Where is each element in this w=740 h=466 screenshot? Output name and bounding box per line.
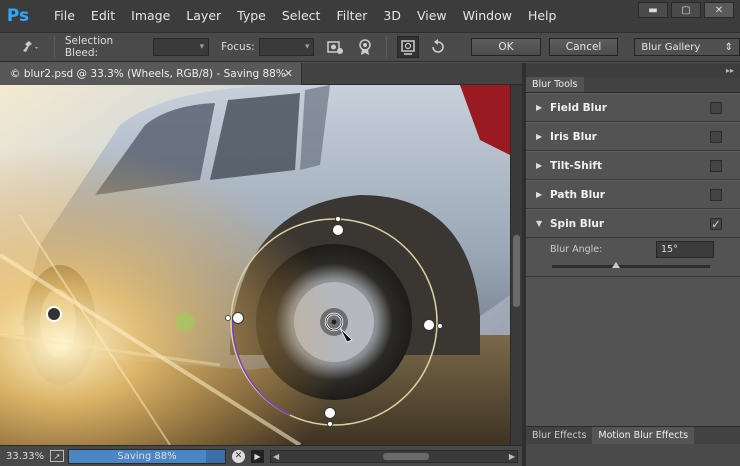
chevron-down-icon: ▾ (199, 42, 205, 52)
blur-tools-panel: ▸▸ Blur Tools ▶ Field Blur ▶ Iris Blur ▶… (526, 63, 740, 466)
path-blur-checkbox[interactable] (710, 189, 722, 201)
save-progress-bar: Saving 88% (68, 448, 226, 464)
expand-arrow-icon[interactable]: ▶ (536, 190, 550, 199)
blur-tool-field-blur[interactable]: ▶ Field Blur (526, 93, 740, 122)
options-bar: Selection Bleed: ▾ Focus: ▾ OK Cancel Bl… (0, 32, 740, 62)
panel-collapse-bar[interactable]: ▸▸ (526, 63, 740, 77)
document-tab-bar: © blur2.psd @ 33.3% (Wheels, RGB/8) - Sa… (0, 63, 522, 85)
tab-motion-blur-effects[interactable]: Motion Blur Effects (592, 427, 695, 444)
expand-arrow-icon[interactable]: ▶ (536, 103, 550, 112)
blur-angle-slider[interactable] (552, 265, 710, 268)
menu-filter[interactable]: Filter (328, 0, 375, 32)
pin-icon[interactable] (12, 36, 48, 58)
canvas[interactable] (0, 85, 510, 445)
blur-tool-name: Field Blur (550, 101, 607, 114)
preview-icon[interactable] (397, 36, 420, 58)
spin-blur-checkbox[interactable]: ✓ (710, 217, 722, 231)
scroll-right-icon[interactable]: ▶ (509, 451, 515, 462)
document-tab[interactable]: © blur2.psd @ 33.3% (Wheels, RGB/8) - Sa… (0, 63, 302, 85)
save-progress-label: Saving 88% (117, 450, 177, 462)
vertical-scrollbar[interactable] (510, 85, 522, 445)
tilt-shift-checkbox[interactable] (710, 160, 722, 172)
blur-tool-name: Iris Blur (550, 130, 597, 143)
tab-blur-tools[interactable]: Blur Tools (526, 77, 584, 92)
blur-tool-path-blur[interactable]: ▶ Path Blur (526, 180, 740, 209)
selection-bleed-field[interactable]: ▾ (153, 38, 210, 56)
focus-label: Focus: (221, 41, 255, 53)
ok-button[interactable]: OK (471, 38, 541, 56)
menu-items: File Edit Image Layer Type Select Filter… (46, 0, 564, 32)
chevron-updown-icon: ⇕ (724, 41, 733, 53)
divider (53, 36, 55, 58)
collapse-icon[interactable]: ▸▸ (726, 66, 734, 75)
menu-edit[interactable]: Edit (83, 0, 123, 32)
blur-gallery-select[interactable]: Blur Gallery ⇕ (634, 38, 740, 56)
blur-angle-slider-knob[interactable] (611, 262, 620, 268)
tab-blur-effects[interactable]: Blur Effects (526, 427, 592, 444)
field-blur-checkbox[interactable] (710, 102, 722, 114)
blur-tool-name: Spin Blur (550, 217, 605, 230)
menu-view[interactable]: View (409, 0, 455, 32)
close-icon[interactable]: ✕ (704, 2, 734, 18)
spin-blur-settings: Blur Angle: 15° (526, 238, 740, 277)
window-controls: ▬ ▢ ✕ (638, 2, 734, 18)
scroll-left-icon[interactable]: ◀ (273, 451, 279, 462)
photoshop-logo: Ps (6, 6, 30, 26)
focus-field[interactable]: ▾ (258, 38, 315, 56)
document-tab-title: © blur2.psd @ 33.3% (Wheels, RGB/8) - Sa… (10, 68, 286, 80)
vertical-scroll-thumb[interactable] (513, 235, 520, 307)
blur-tool-name: Tilt-Shift (550, 159, 602, 172)
menu-window[interactable]: Window (455, 0, 520, 32)
expand-arrow-icon[interactable]: ▶ (536, 132, 550, 141)
blur-tool-name: Path Blur (550, 188, 605, 201)
menu-image[interactable]: Image (123, 0, 178, 32)
iris-blur-checkbox[interactable] (710, 131, 722, 143)
play-icon[interactable]: ▶ (251, 449, 264, 463)
checkmark-icon: ✓ (711, 217, 721, 231)
selection-bleed-label: Selection Bleed: (64, 35, 114, 59)
menu-bar: Ps File Edit Image Layer Type Select Fil… (0, 0, 740, 32)
menu-select[interactable]: Select (274, 0, 329, 32)
status-bar: 33.33% ↗ Saving 88% ✕ ▶ ◀ ▶ (0, 445, 522, 466)
export-icon[interactable]: ↗ (50, 450, 64, 462)
blur-angle-input[interactable]: 15° (656, 241, 714, 258)
collapse-arrow-icon[interactable]: ▼ (536, 219, 550, 228)
cancel-button[interactable]: Cancel (548, 38, 619, 56)
divider (386, 36, 388, 58)
panel-tabs: Blur Tools (526, 77, 740, 93)
menu-type[interactable]: Type (229, 0, 274, 32)
high-quality-icon[interactable] (354, 36, 376, 58)
chevron-down-icon: ▾ (304, 42, 310, 52)
cancel-save-icon[interactable]: ✕ (232, 449, 245, 463)
menu-3d[interactable]: 3D (375, 0, 409, 32)
panel-footer (526, 444, 740, 466)
blur-angle-label: Blur Angle: (550, 244, 603, 255)
save-mask-icon[interactable] (324, 36, 346, 58)
horizontal-scroll-thumb[interactable] (383, 452, 429, 460)
minimize-icon[interactable]: ▬ (638, 2, 668, 18)
blur-gallery-value: Blur Gallery (641, 41, 701, 53)
blur-tool-tilt-shift[interactable]: ▶ Tilt-Shift (526, 151, 740, 180)
reset-icon[interactable] (427, 36, 449, 58)
blur-tool-spin-blur[interactable]: ▼ Spin Blur ✓ (526, 209, 740, 238)
blur-tool-iris-blur[interactable]: ▶ Iris Blur (526, 122, 740, 151)
effects-tabs: Blur Effects Motion Blur Effects (526, 426, 740, 444)
zoom-level[interactable]: 33.33% (0, 451, 50, 462)
horizontal-scrollbar[interactable]: ◀ ▶ (270, 449, 518, 463)
close-icon[interactable]: ✕ (284, 67, 293, 80)
menu-help[interactable]: Help (520, 0, 565, 32)
menu-file[interactable]: File (46, 0, 83, 32)
menu-layer[interactable]: Layer (178, 0, 229, 32)
maximize-icon[interactable]: ▢ (671, 2, 701, 18)
expand-arrow-icon[interactable]: ▶ (536, 161, 550, 170)
canvas-image (0, 85, 510, 445)
